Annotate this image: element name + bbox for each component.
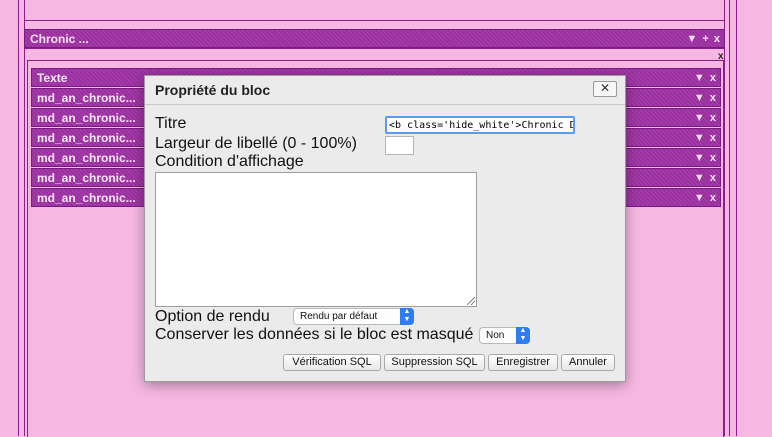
- titre-input[interactable]: <b class='hide_white'>Chronic Dese: [385, 116, 575, 134]
- collapse-icon[interactable]: ▼: [686, 33, 697, 45]
- add-icon[interactable]: +: [702, 33, 708, 45]
- condition-textarea[interactable]: [155, 172, 477, 307]
- collapse-icon[interactable]: ▼: [694, 192, 705, 204]
- frame-line: [729, 0, 730, 436]
- cancel-button[interactable]: Annuler: [561, 354, 615, 371]
- frame-line: [24, 20, 725, 21]
- close-button[interactable]: ✕: [593, 81, 617, 97]
- titre-label: Titre: [155, 115, 187, 132]
- render-option-select[interactable]: Rendu par défaut ▲ ▼: [293, 308, 414, 325]
- save-button[interactable]: Enregistrer: [488, 354, 558, 371]
- suppression-sql-button[interactable]: Suppression SQL: [384, 354, 485, 371]
- largeur-label: Largeur de libellé (0 - 100%): [155, 135, 357, 152]
- close-icon[interactable]: x: [710, 72, 716, 84]
- collapse-icon[interactable]: ▼: [694, 112, 705, 124]
- sub-bar-label: md_an_chronic...: [37, 171, 136, 185]
- sub-bar-label: md_an_chronic...: [37, 131, 136, 145]
- close-icon[interactable]: x: [710, 132, 716, 144]
- collapse-icon[interactable]: ▼: [694, 72, 705, 84]
- sub-bar-label: Texte: [37, 71, 68, 85]
- panel-title: Chronic ...: [30, 32, 89, 46]
- conserver-select[interactable]: Non ▲ ▼: [479, 327, 530, 344]
- dialog-title: Propriété du bloc: [155, 82, 271, 98]
- panel-header-bar[interactable]: Chronic ... ▼ + x: [24, 29, 725, 48]
- close-icon[interactable]: x: [710, 192, 716, 204]
- frame-line: [24, 48, 725, 49]
- sub-bar-label: md_an_chronic...: [37, 111, 136, 125]
- conserver-label: Conserver les données si le bloc est mas…: [155, 326, 474, 343]
- close-icon[interactable]: x: [710, 92, 716, 104]
- frame-line: [24, 0, 25, 436]
- divider: [145, 104, 625, 105]
- conserver-value: Non: [486, 330, 505, 341]
- verification-sql-button[interactable]: Vérification SQL: [283, 354, 381, 371]
- sub-bar-label: md_an_chronic...: [37, 151, 136, 165]
- collapse-icon[interactable]: ▼: [694, 152, 705, 164]
- sub-bar-label: md_an_chronic...: [37, 191, 136, 205]
- frame-line: [18, 0, 19, 436]
- panel-controls: ▼ + x: [684, 30, 720, 49]
- sub-bar-label: md_an_chronic...: [37, 91, 136, 105]
- collapse-icon[interactable]: ▼: [694, 92, 705, 104]
- frame-line: [724, 0, 725, 436]
- condition-label: Condition d'affichage: [155, 153, 304, 170]
- close-icon[interactable]: x: [714, 33, 720, 45]
- collapse-icon[interactable]: ▼: [694, 172, 705, 184]
- option-label: Option de rendu: [155, 308, 270, 325]
- collapse-icon[interactable]: ▼: [694, 132, 705, 144]
- chevron-updown-icon: ▲ ▼: [400, 308, 414, 325]
- frame-line: [736, 0, 737, 436]
- block-properties-dialog: Propriété du bloc ✕ Titre <b class='hide…: [144, 75, 626, 382]
- close-icon[interactable]: x: [710, 112, 716, 124]
- close-icon[interactable]: x: [710, 152, 716, 164]
- resize-handle[interactable]: [467, 297, 475, 305]
- largeur-input[interactable]: [385, 136, 414, 155]
- close-icon[interactable]: x: [710, 172, 716, 184]
- chevron-updown-icon: ▲ ▼: [516, 327, 530, 344]
- render-option-value: Rendu par défaut: [300, 311, 378, 322]
